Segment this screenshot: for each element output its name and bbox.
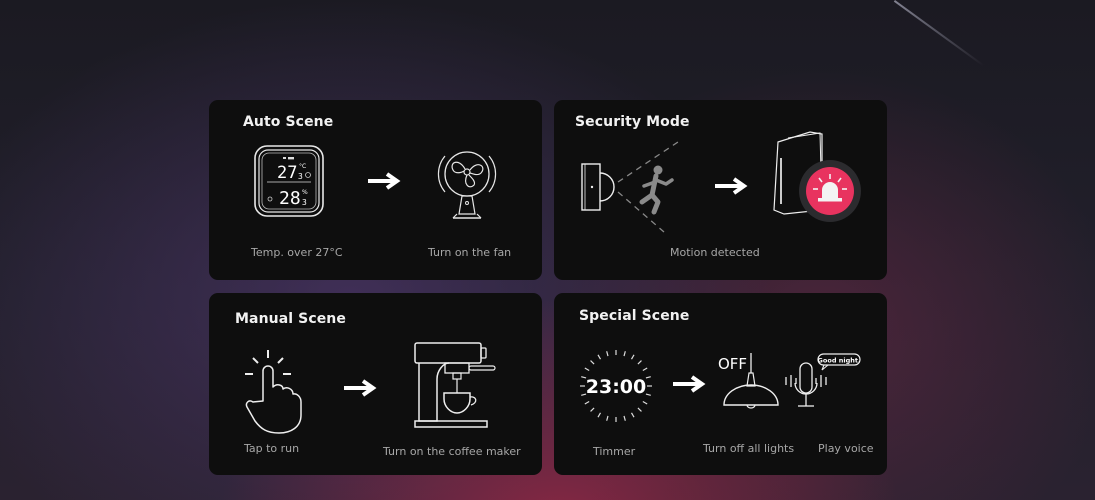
- clock-tick: [584, 400, 590, 405]
- voice-action-caption: Play voice: [818, 442, 874, 455]
- display-temp-decimal: 3: [298, 172, 303, 181]
- action-caption: Turn on the fan: [428, 246, 512, 259]
- lights-action-caption: Turn off all lights: [703, 442, 795, 455]
- clock-tick: [597, 354, 602, 360]
- card-title: Manual Scene: [235, 311, 346, 327]
- timer-clock-icon: 23:00: [578, 348, 654, 424]
- card-title: Special Scene: [579, 308, 690, 324]
- special-scene-card[interactable]: Special Scene 23:00 OFF Good night. Timm…: [554, 293, 887, 475]
- voice-bubble-text: Good night.: [818, 357, 861, 365]
- security-mode-card[interactable]: Security Mode Motion detected: [554, 100, 887, 280]
- clock-tick: [623, 351, 626, 357]
- clock-tick: [597, 412, 602, 418]
- clock-tick: [623, 415, 626, 421]
- microphone-icon: Good night.: [784, 351, 864, 415]
- clock-tick: [642, 400, 648, 405]
- clock-tick: [637, 407, 642, 412]
- trigger-caption: Motion detected: [670, 246, 760, 259]
- clock-tick: [606, 351, 609, 357]
- display-humidity-unit: %: [302, 189, 308, 196]
- card-title: Auto Scene: [243, 114, 334, 130]
- thermometer-display-icon: 27 3 °C 28 3 %: [253, 144, 325, 218]
- trigger-caption: Temp. over 27°C: [251, 246, 343, 259]
- clock-tick: [630, 412, 635, 418]
- auto-scene-card[interactable]: Auto Scene 27 3 °C 28 3 % Temp. over 27°…: [209, 100, 542, 280]
- clock-tick: [645, 393, 651, 396]
- action-caption: Turn on the coffee maker: [383, 445, 521, 458]
- clock-tick: [645, 376, 651, 379]
- fan-icon: [437, 144, 497, 222]
- lamp-off-label: OFF: [718, 355, 747, 373]
- arrow-right-icon: [714, 177, 748, 195]
- clock-tick: [590, 407, 595, 412]
- trigger-caption: Tap to run: [244, 442, 300, 455]
- display-humidity-decimal: 3: [302, 198, 307, 207]
- arrow-right-icon: [672, 375, 706, 393]
- display-humidity: 28: [279, 188, 301, 209]
- display-temp: 27: [277, 163, 297, 183]
- coffee-maker-icon: [413, 341, 497, 431]
- background: [0, 0, 1095, 500]
- clock-tick: [606, 415, 609, 421]
- arrow-right-icon: [367, 172, 401, 190]
- motion-sensor-icon: [580, 140, 680, 235]
- manual-scene-card[interactable]: Manual Scene Tap to run Turn on the coff…: [209, 293, 542, 475]
- arrow-right-icon: [343, 379, 377, 397]
- card-title: Security Mode: [575, 114, 690, 130]
- clock-tick: [584, 367, 590, 372]
- tap-hand-icon: [243, 349, 303, 435]
- display-temp-unit: °C: [299, 163, 306, 170]
- timer-time: 23:00: [586, 376, 646, 398]
- clock-tick: [642, 367, 648, 372]
- trigger-caption: Timmer: [593, 445, 636, 458]
- pendant-lamp-icon: OFF: [718, 351, 780, 413]
- hub-alarm-icon: [770, 130, 870, 225]
- clock-tick: [590, 360, 595, 365]
- clock-tick: [637, 360, 642, 365]
- clock-tick: [630, 354, 635, 360]
